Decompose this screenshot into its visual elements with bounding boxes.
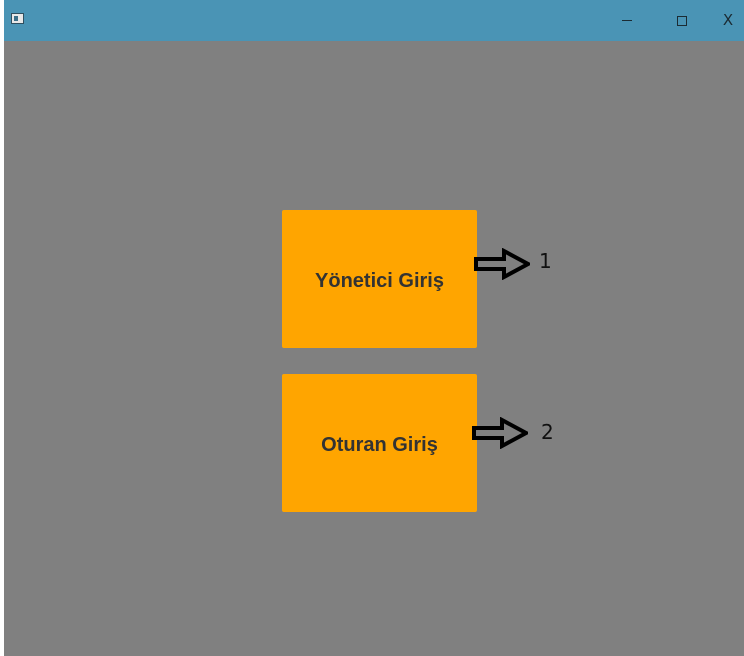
- callout-number-1: 1: [539, 249, 552, 273]
- close-button[interactable]: X: [705, 0, 744, 41]
- maximize-button[interactable]: [659, 0, 705, 41]
- app-icon: [11, 13, 24, 24]
- app-window: X Yönetici Giriş Oturan Giriş 1 2: [4, 0, 744, 656]
- minimize-button[interactable]: [604, 0, 650, 41]
- maximize-icon: [677, 15, 687, 26]
- close-icon: X: [722, 11, 734, 29]
- title-bar[interactable]: X: [4, 0, 744, 41]
- arrow-right-icon: [472, 417, 528, 449]
- callout-number-2: 2: [541, 420, 554, 444]
- resident-login-button[interactable]: Oturan Giriş: [282, 374, 477, 512]
- arrow-right-icon: [474, 248, 530, 280]
- resident-login-label: Oturan Giriş: [321, 433, 438, 456]
- admin-login-label: Yönetici Giriş: [315, 269, 444, 292]
- admin-login-button[interactable]: Yönetici Giriş: [282, 210, 477, 348]
- minimize-icon: [622, 20, 632, 21]
